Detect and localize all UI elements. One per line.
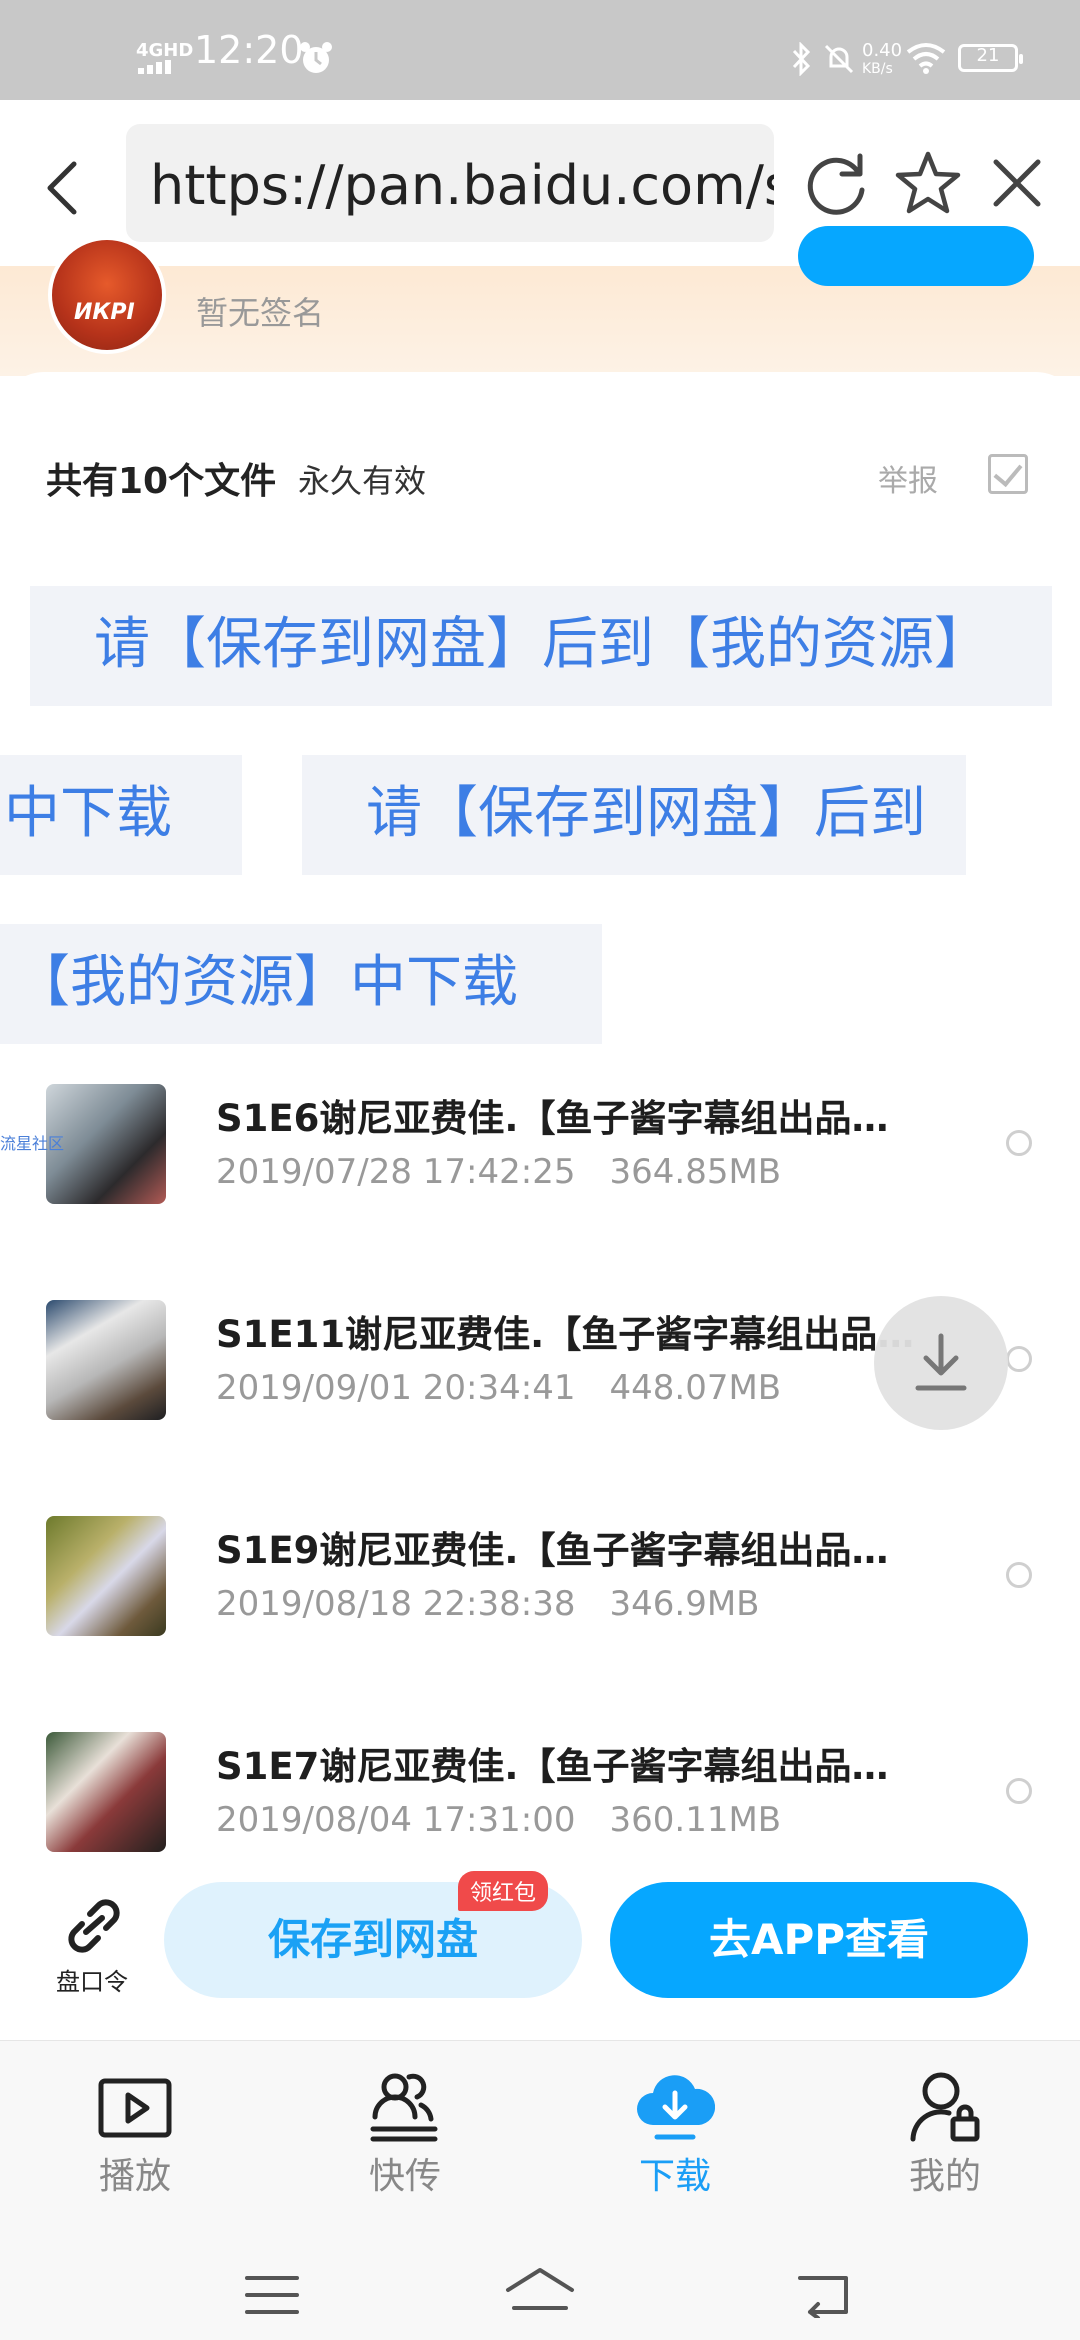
cloud-download-icon <box>637 2075 715 2140</box>
nav-item-play[interactable]: 播放 <box>0 2041 270 2211</box>
alarm-icon <box>300 42 332 73</box>
nav-label: 播放 <box>98 2156 171 2197</box>
file-meta: 2019/09/01 20:34:41 448.07MB <box>216 1368 781 1408</box>
file-date: 2019/08/04 17:31:00 <box>216 1800 576 1840</box>
bottom-navigation: 播放 快传 下载 我的 <box>0 2040 1080 2211</box>
battery-level: 21 <box>976 45 1000 66</box>
open-app-button[interactable]: 去APP查看 <box>610 1882 1028 1998</box>
sharer-profile: ИКРІ 暂无签名 <box>0 226 1080 376</box>
file-name: S1E6谢尼亚费佳.【鱼子酱字幕组出品… <box>216 1097 889 1140</box>
url-text: https://pan.baidu.com/s/ <box>150 154 774 217</box>
net-speed-value: 0.40 <box>862 40 903 61</box>
refresh-icon[interactable] <box>804 152 870 218</box>
nav-item-mine[interactable]: 我的 <box>810 2041 1080 2211</box>
network-indicator: 4GHD <box>136 40 194 61</box>
report-link[interactable]: 举报 <box>878 456 938 500</box>
file-row[interactable]: S1E9谢尼亚费佳.【鱼子酱字幕组出品… 2019/08/18 22:38:38… <box>0 1490 1080 1706</box>
battery-icon: 21 <box>958 44 1023 72</box>
signal-icon <box>138 60 171 74</box>
link-icon[interactable] <box>62 1896 126 1956</box>
menu-icon[interactable] <box>244 2274 300 2316</box>
mute-icon <box>824 44 854 74</box>
nav-item-transfer[interactable]: 快传 <box>270 2041 540 2211</box>
select-all-checkbox[interactable] <box>988 454 1028 494</box>
net-speed-unit: KB/s <box>862 61 893 77</box>
avatar-text: ИКРІ <box>74 300 135 325</box>
nav-label: 快传 <box>368 2156 441 2197</box>
file-meta: 2019/08/04 17:31:00 360.11MB <box>216 1800 781 1840</box>
file-select-radio[interactable] <box>1006 1562 1032 1588</box>
video-thumbnail <box>46 1732 166 1852</box>
file-name: S1E7谢尼亚费佳.【鱼子酱字幕组出品… <box>216 1745 889 1788</box>
avatar[interactable]: ИКРІ <box>48 236 166 354</box>
file-date: 2019/09/01 20:34:41 <box>216 1368 576 1408</box>
follow-button[interactable] <box>798 226 1034 286</box>
home-icon[interactable] <box>504 2266 576 2322</box>
system-back-icon[interactable] <box>796 2272 852 2318</box>
file-meta: 2019/07/28 17:42:25 364.85MB <box>216 1152 781 1192</box>
file-row[interactable]: 流星社区 S1E6谢尼亚费佳.【鱼子酱字幕组出品… 2019/07/28 17:… <box>0 1058 1080 1274</box>
file-date: 2019/08/18 22:38:38 <box>216 1584 576 1624</box>
red-packet-badge: 领红包 <box>458 1871 549 1911</box>
url-bar[interactable]: https://pan.baidu.com/s/ <box>126 124 774 242</box>
file-date: 2019/07/28 17:42:25 <box>216 1152 576 1192</box>
favorite-star-icon[interactable] <box>894 150 962 216</box>
file-size: 346.9MB <box>609 1584 760 1624</box>
notice-banner: 请【保存到网盘】后到【我的资源】 <box>30 586 1052 706</box>
download-icon <box>915 1333 967 1391</box>
video-thumbnail <box>46 1300 166 1420</box>
file-size: 448.07MB <box>609 1368 782 1408</box>
file-size: 360.11MB <box>609 1800 782 1840</box>
file-select-radio[interactable] <box>1006 1130 1032 1156</box>
close-icon[interactable] <box>990 156 1044 210</box>
action-bar: 盘口令 保存到网盘 领红包 去APP查看 <box>0 1868 1080 2044</box>
profile-icon <box>910 2072 980 2142</box>
nav-label: 下载 <box>638 2156 711 2197</box>
bluetooth-icon <box>792 42 811 76</box>
play-icon <box>98 2078 172 2138</box>
video-thumbnail <box>46 1516 166 1636</box>
link-code-label[interactable]: 盘口令 <box>56 1962 128 1997</box>
file-select-radio[interactable] <box>1006 1778 1032 1804</box>
system-navigation <box>0 2210 1080 2340</box>
file-name: S1E11谢尼亚费佳.【鱼子酱字幕组出品… <box>216 1313 915 1356</box>
nav-item-download[interactable]: 下载 <box>540 2041 810 2211</box>
floating-download-button[interactable] <box>874 1296 1008 1430</box>
notice-banner: 请【保存到网盘】后到 <box>302 755 966 875</box>
watermark: 流星社区 <box>0 1134 65 1153</box>
status-bar: 4GHD 12:20 0.40 KB/s 21 <box>0 0 1080 100</box>
notice-banner: 中下载 <box>0 755 242 875</box>
back-icon[interactable] <box>40 158 84 218</box>
validity: 永久有效 <box>298 462 427 500</box>
transfer-icon <box>370 2073 438 2142</box>
file-count: 共有10个文件 <box>46 461 277 502</box>
file-name: S1E9谢尼亚费佳.【鱼子酱字幕组出品… <box>216 1529 889 1572</box>
file-meta: 2019/08/18 22:38:38 346.9MB <box>216 1584 759 1624</box>
file-select-radio[interactable] <box>1006 1346 1032 1372</box>
clock: 12:20 <box>194 28 304 72</box>
file-size: 364.85MB <box>609 1152 782 1192</box>
wifi-icon <box>906 43 946 74</box>
nav-label: 我的 <box>908 2156 981 2197</box>
notice-banner: 【我的资源】中下载 <box>0 924 602 1044</box>
signature: 暂无签名 <box>196 294 325 332</box>
